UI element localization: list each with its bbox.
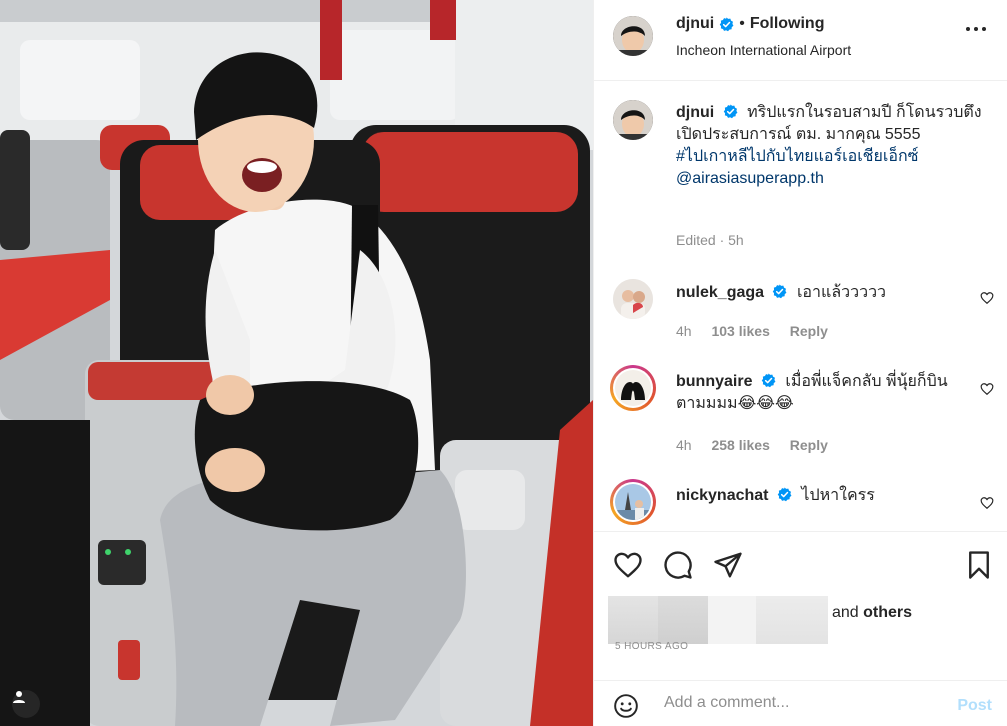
likes-summary: and others [832, 604, 912, 622]
verified-icon [773, 284, 787, 299]
caption-username[interactable]: djnui [676, 104, 714, 121]
verified-icon [723, 104, 738, 119]
post-comment-button[interactable]: Post [957, 697, 992, 715]
comment-text: nulek_gaga เอาแล้ววววว [676, 282, 976, 304]
comment-input[interactable]: Add a comment... [664, 694, 789, 712]
verified-icon [777, 487, 792, 502]
comment-time: 4h [676, 437, 692, 453]
bookmark-icon[interactable] [964, 550, 994, 580]
commenter-avatar[interactable] [610, 365, 656, 411]
heart-icon[interactable] [613, 550, 643, 580]
comments-section: djnui ทริปแรกในรอบสามปี ก็โดนรวบตึง เปิด… [594, 82, 1007, 530]
caption-line-2: เปิดประสบการณ์ ตม. มากคุณ 5555 [676, 126, 921, 143]
likes-prefix: and [832, 604, 859, 621]
comment-likes[interactable]: 103 likes [711, 323, 769, 339]
comment-meta: 4h 258 likes Reply [676, 437, 844, 453]
emoji-icon[interactable] [613, 693, 639, 719]
verified-icon [719, 16, 734, 31]
post-timestamp: 5 HOURS AGO [615, 641, 689, 652]
following-button[interactable]: Following [750, 15, 825, 33]
author-username[interactable]: djnui [676, 15, 714, 33]
post-header: djnui • Following Incheon International … [594, 0, 1007, 81]
liker-avatar [756, 596, 828, 644]
liker-avatar [708, 596, 756, 644]
comment-body: ไปหาใครร [801, 487, 875, 504]
comment-icon[interactable] [663, 550, 693, 580]
caption-line-1: ทริปแรกในรอบสามปี ก็โดนรวบตึง [747, 104, 982, 121]
tag-user-button[interactable] [12, 690, 40, 718]
post-panel: djnui • Following Incheon International … [593, 0, 1007, 726]
comment-like-icon[interactable] [980, 496, 994, 510]
share-icon[interactable] [713, 550, 743, 580]
comment-meta: 4h 103 likes Reply [676, 323, 844, 339]
caption-mention[interactable]: @airasiasuperapp.th [676, 168, 986, 190]
liker-avatar [608, 596, 658, 644]
caption-text: djnui ทริปแรกในรอบสามปี ก็โดนรวบตึง เปิด… [676, 102, 986, 190]
post-photo[interactable] [0, 0, 593, 726]
tag-user-icon [13, 691, 25, 703]
post-image [0, 0, 593, 726]
likes-section: and others 5 HOURS AGO [594, 596, 1007, 656]
comment-time: 4h [676, 323, 692, 339]
author-avatar[interactable] [613, 16, 653, 56]
reply-button[interactable]: Reply [790, 323, 828, 339]
comment-like-icon[interactable] [980, 382, 994, 396]
caption-hashtag[interactable]: #ไปเกาหลีไปกับไทยแอร์เอเชียเอ็กซ์ [676, 146, 986, 168]
reply-button[interactable]: Reply [790, 437, 828, 453]
likes-others-link[interactable]: others [863, 604, 912, 621]
comment-likes[interactable]: 258 likes [711, 437, 769, 453]
separator-dot: • [739, 15, 745, 32]
more-icon [966, 27, 970, 31]
liker-avatar [658, 596, 708, 644]
comment-text: nickynachat ไปหาใครร [676, 485, 976, 507]
commenter-username[interactable]: nulek_gaga [676, 284, 764, 301]
commenter-avatar[interactable] [613, 279, 653, 319]
post-location[interactable]: Incheon International Airport [676, 42, 851, 58]
header-user-row: djnui • Following [676, 15, 824, 33]
action-bar [594, 531, 1007, 595]
commenter-avatar[interactable] [610, 479, 656, 525]
more-options-button[interactable] [966, 27, 986, 31]
commenter-username[interactable]: bunnyaire [676, 373, 752, 390]
comment-body: เอาแล้ววววว [796, 284, 887, 301]
verified-icon [761, 373, 776, 388]
caption-avatar[interactable] [613, 100, 653, 140]
comment-text: bunnyaire เมื่อพี่แจ็คกลับ พี่นุ้ยก็บินต… [676, 371, 976, 415]
comment-like-icon[interactable] [980, 291, 994, 305]
add-comment-bar: Add a comment... Post [594, 680, 1007, 726]
commenter-username[interactable]: nickynachat [676, 487, 768, 504]
caption-edited: Edited · 5h [676, 232, 744, 248]
